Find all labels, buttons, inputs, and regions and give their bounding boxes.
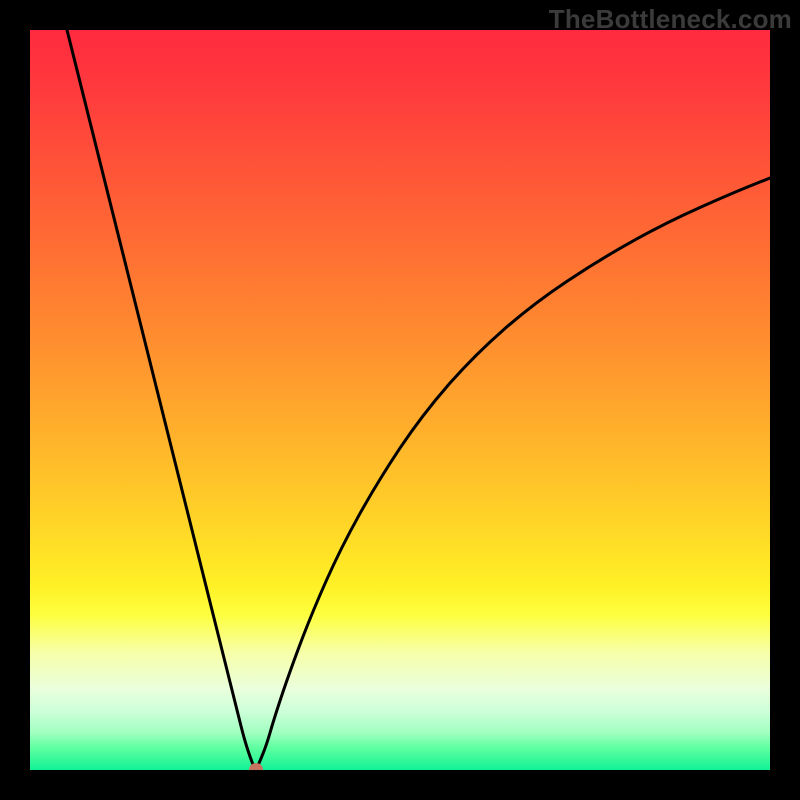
minimum-point-marker <box>249 763 263 770</box>
chart-frame: TheBottleneck.com <box>0 0 800 800</box>
plot-area <box>30 30 770 770</box>
watermark-text: TheBottleneck.com <box>549 4 792 35</box>
bottleneck-curve <box>30 30 770 770</box>
